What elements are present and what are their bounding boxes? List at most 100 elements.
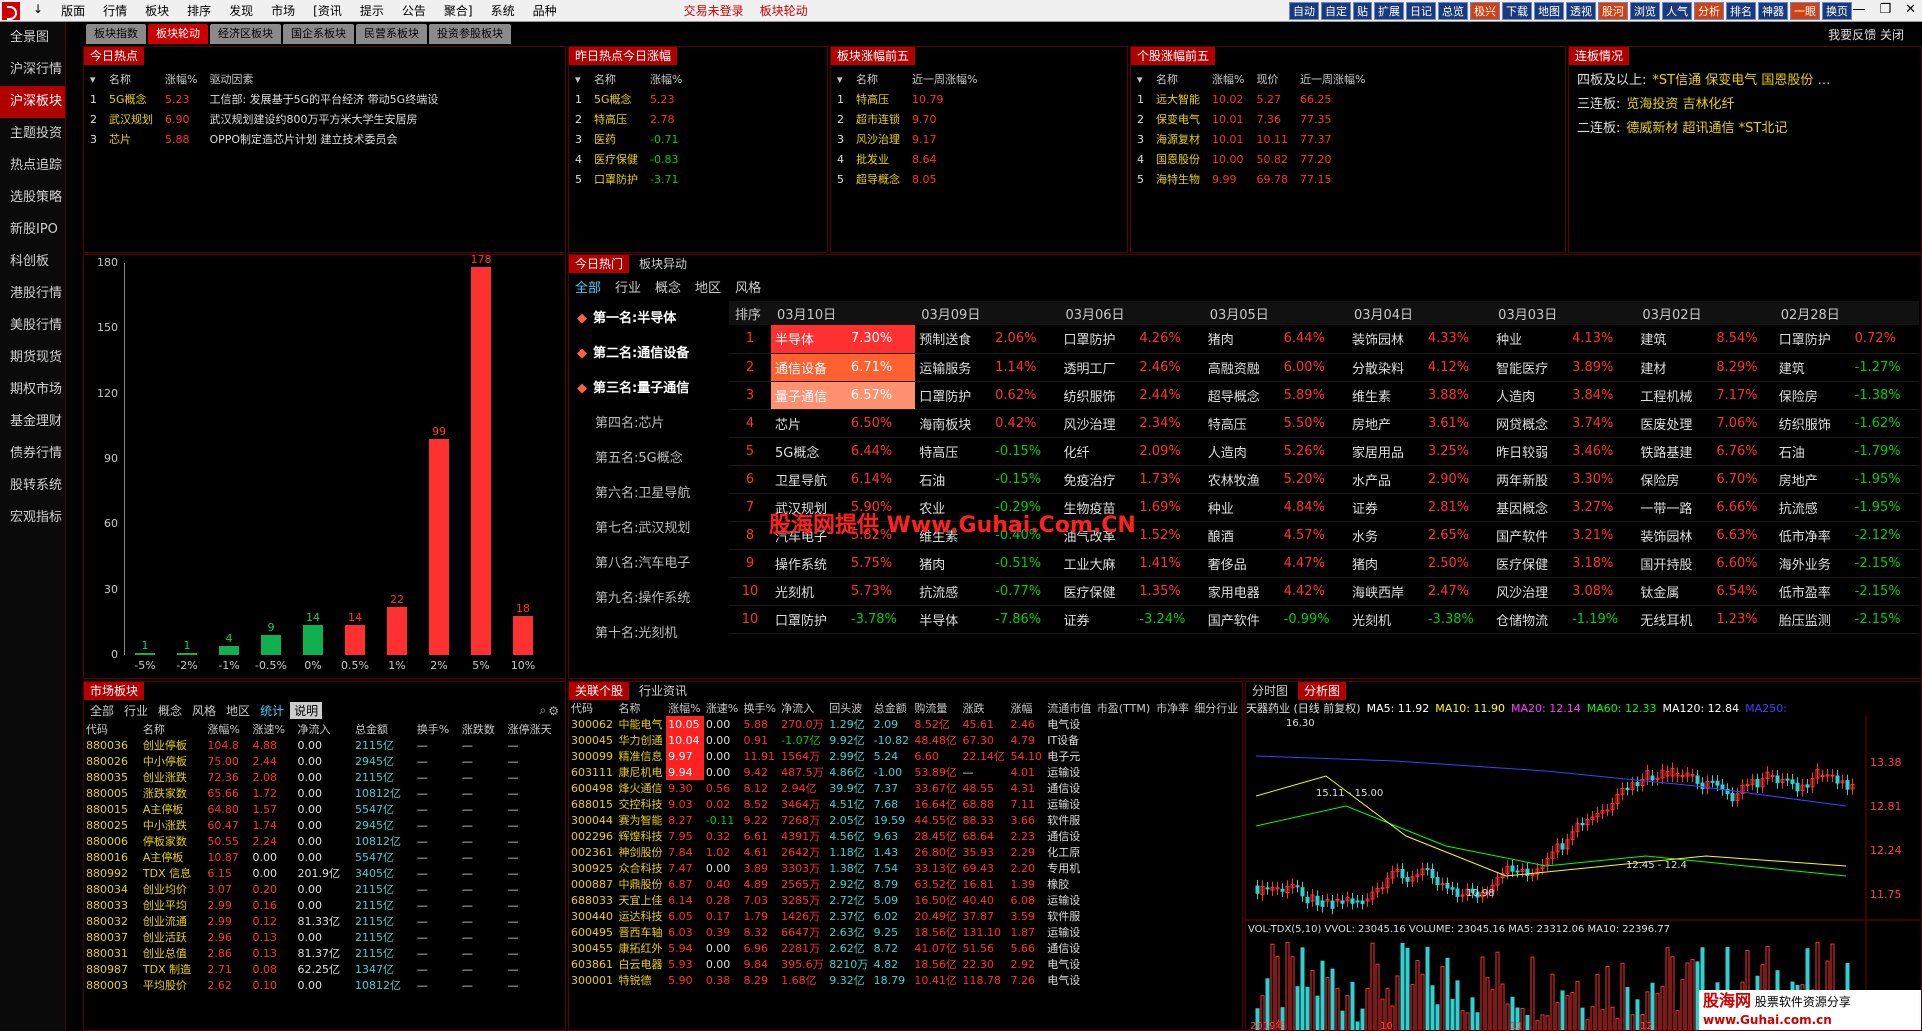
rotation-cell[interactable]: 6.00% <box>1279 353 1348 382</box>
rotation-cell[interactable]: 水务 <box>1347 521 1424 550</box>
table-row[interactable]: 880025 中小涨跌 60.47 1.74 0.00 2945亿 — — — <box>84 817 565 833</box>
rotation-cell[interactable]: 钛金属 <box>1636 577 1713 606</box>
rotation-cell[interactable]: 3.18% <box>1568 549 1637 578</box>
table-row[interactable]: 002296 辉煌科技 7.95 0.32 6.61 4391万 4.56亿 9.63 28.4… <box>569 828 1242 844</box>
rotation-cell[interactable]: 6.71% <box>846 353 916 382</box>
sidebar-item[interactable]: 热点追踪 <box>0 150 65 182</box>
toolbar-button[interactable]: 浏览 <box>1630 2 1660 20</box>
rotation-row[interactable]: 2 通信设备 6.71% 运输服务 1.14% 透明工厂 2.46% 高融资融 6.00% 分散染… <box>729 353 1919 382</box>
rotation-cell[interactable]: 2.44% <box>1135 381 1204 410</box>
tab[interactable]: 经济区板块 <box>210 24 281 44</box>
rotation-row[interactable]: 10 口罩防护 -3.78% 半导体 -7.86% 证券 -3.24% 国产软件 -0.99% 光… <box>729 605 1919 634</box>
rotation-row[interactable]: 3 量子通信 6.57% 口罩防护 0.62% 纺织服饰 2.44% 超导概念 5.89% 维生素… <box>729 381 1919 410</box>
column-header[interactable]: 涨速% <box>704 700 742 716</box>
market-filter[interactable]: 概念 <box>154 702 186 719</box>
sidebar-item[interactable]: 科创板 <box>0 246 65 278</box>
sidebar-item[interactable]: 期权市场 <box>0 374 65 406</box>
column-header[interactable]: 净流入 <box>296 721 353 737</box>
rank-item[interactable]: ◆ 第一名:半导体 <box>577 301 727 336</box>
rotation-cell[interactable]: 1.73% <box>1135 465 1204 494</box>
rotation-row[interactable]: 1 半导体 7.30% 预制送食 2.06% 口罩防护 4.26% 猪肉 6.44% 装饰园林 4.… <box>729 325 1919 354</box>
rotation-cell[interactable]: 风沙治理 <box>1492 577 1569 606</box>
rank-item[interactable]: 第六名:卫星导航 <box>577 476 727 511</box>
rotation-cell[interactable]: 医疗保健 <box>1059 577 1136 606</box>
column-header[interactable]: 回头波 <box>827 700 871 716</box>
rotation-cell[interactable]: 口罩防护 <box>771 605 847 634</box>
rotation-cell[interactable]: 无线耳机 <box>1636 605 1713 634</box>
rotation-cell[interactable]: 抗流感 <box>915 577 992 606</box>
rotation-cell[interactable]: 国产软件 <box>1203 605 1280 634</box>
rotation-cell[interactable]: 2.34% <box>1135 409 1204 438</box>
rotation-row[interactable]: 4 芯片 6.50% 海南板块 0.42% 风沙治理 2.34% 特高压 5.50% 房地产 3.6… <box>729 409 1919 438</box>
rotation-row[interactable]: 6 卫星导航 6.14% 石油 -0.15% 免疫治疗 1.73% 农林牧渔 5.20% 水产品 2… <box>729 465 1919 494</box>
restore-icon[interactable]: ❐ <box>1879 2 1891 17</box>
rotation-cell[interactable]: 石油 <box>915 465 992 494</box>
table-row[interactable]: 300044 赛为智能 8.27 -0.11 9.22 7268万 2.05亿 19.59 44… <box>569 812 1242 828</box>
menu-item[interactable]: 系统 <box>482 2 524 19</box>
rotation-cell[interactable]: 7.06% <box>1712 409 1775 438</box>
rotation-cell[interactable]: 特高压 <box>915 437 992 466</box>
sidebar-item[interactable]: 新股IPO <box>0 214 65 246</box>
menu-item[interactable]: 市场 <box>262 2 304 19</box>
rotation-cell[interactable]: 抗流感 <box>1774 493 1851 522</box>
rotation-cell[interactable]: -2.15% <box>1850 577 1919 606</box>
rotation-cell[interactable]: 透明工厂 <box>1059 353 1136 382</box>
table-row[interactable]: 603111 康尼机电 9.94 0.00 9.42 487.5万 4.86亿 -1.00 53… <box>569 764 1242 780</box>
rotation-cell[interactable]: 6.44% <box>846 437 916 466</box>
rotation-cell[interactable]: 2.47% <box>1423 577 1493 606</box>
rotation-cell[interactable]: 0.72% <box>1850 325 1919 354</box>
rotation-cell[interactable]: 智能医疗 <box>1492 353 1569 382</box>
rotation-cell[interactable]: 3.74% <box>1568 409 1637 438</box>
tab[interactable]: 民营系板块 <box>356 24 427 44</box>
toolbar-button[interactable]: 排名 <box>1726 2 1756 20</box>
date-header[interactable]: 03月05日 <box>1203 301 1348 325</box>
rotation-cell[interactable]: 3.84% <box>1568 381 1637 410</box>
rotation-cell[interactable]: 6.60% <box>1712 549 1775 578</box>
column-header[interactable]: 代码 <box>84 721 141 737</box>
rotation-cell[interactable]: 分散染料 <box>1347 353 1424 382</box>
rotation-cell[interactable]: 口罩防护 <box>915 381 992 410</box>
bar[interactable] <box>429 439 449 655</box>
menu-item[interactable]: 发现 <box>220 2 262 19</box>
rotation-cell[interactable]: 一带一路 <box>1636 493 1713 522</box>
table-row[interactable]: 300455 康拓红外 5.94 0.00 6.96 2281万 2.62亿 8.72 41.0… <box>569 940 1242 956</box>
table-row[interactable]: 2 特高压 2.78 <box>569 109 688 129</box>
rotation-cell[interactable]: 网贷概念 <box>1492 409 1569 438</box>
lianban-row[interactable]: 二连板: 德威新材 超讯通信 *ST北记 <box>1577 117 1913 141</box>
column-header[interactable]: 流通市值 <box>1045 700 1095 716</box>
table-row[interactable]: 002361 神剑股份 7.84 1.02 4.61 2642万 1.18亿 1.43 26.8… <box>569 844 1242 860</box>
table-row[interactable]: 880026 中小停板 75.00 2.44 0.00 2945亿 — — — <box>84 753 565 769</box>
rotation-cell[interactable]: 3.88% <box>1423 381 1493 410</box>
rotation-cell[interactable]: 运输服务 <box>915 353 992 382</box>
table-row[interactable]: 1 特高压 10.79 <box>831 89 983 109</box>
sort-icon[interactable]: ▾ <box>1131 69 1150 89</box>
column-header[interactable]: 净流入 <box>779 700 827 716</box>
rotation-cell[interactable]: 风沙治理 <box>1059 409 1136 438</box>
menu-item[interactable]: 聚合] <box>435 2 482 19</box>
rotation-cell[interactable]: 装饰园林 <box>1636 521 1713 550</box>
rotation-cell[interactable]: 胎压监测 <box>1774 605 1851 634</box>
rotation-cell[interactable]: 建材 <box>1636 353 1713 382</box>
tab[interactable]: 国企系板块 <box>283 24 354 44</box>
rotation-cell[interactable]: 化纤 <box>1059 437 1136 466</box>
bar[interactable] <box>345 624 365 655</box>
column-header[interactable]: 涨跌 <box>960 700 1008 716</box>
menu-status[interactable]: 板块轮动 <box>752 4 816 18</box>
rotation-cell[interactable]: 2.06% <box>991 325 1060 354</box>
table-row[interactable]: 000887 中鼎股份 6.87 0.40 4.89 2565万 2.92亿 8.79 63.5… <box>569 876 1242 892</box>
rotation-cell[interactable]: 工业大麻 <box>1059 549 1136 578</box>
rotation-cell[interactable]: 医废处理 <box>1636 409 1713 438</box>
column-header[interactable]: 名称 <box>588 69 644 89</box>
rotation-cell[interactable]: 2.09% <box>1135 437 1204 466</box>
sidebar-item[interactable]: 美股行情 <box>0 310 65 342</box>
rotation-filter[interactable]: 行业 <box>615 281 641 296</box>
minimize-icon[interactable]: — <box>1852 2 1865 17</box>
column-header[interactable]: 涨幅% <box>205 721 250 737</box>
rotation-cell[interactable]: 1.23% <box>1712 605 1775 634</box>
rank-item[interactable]: 第七名:武汉规划 <box>577 511 727 546</box>
rotation-cell[interactable]: 5.50% <box>1279 409 1348 438</box>
table-row[interactable]: 5 口罩防护 -3.71 <box>569 169 688 189</box>
rotation-cell[interactable]: 海峡西岸 <box>1347 577 1424 606</box>
table-row[interactable]: 880987 TDX 制造 2.71 0.08 62.25亿 1347亿 — — — <box>84 961 565 977</box>
market-filter[interactable]: 统计 <box>256 702 288 719</box>
